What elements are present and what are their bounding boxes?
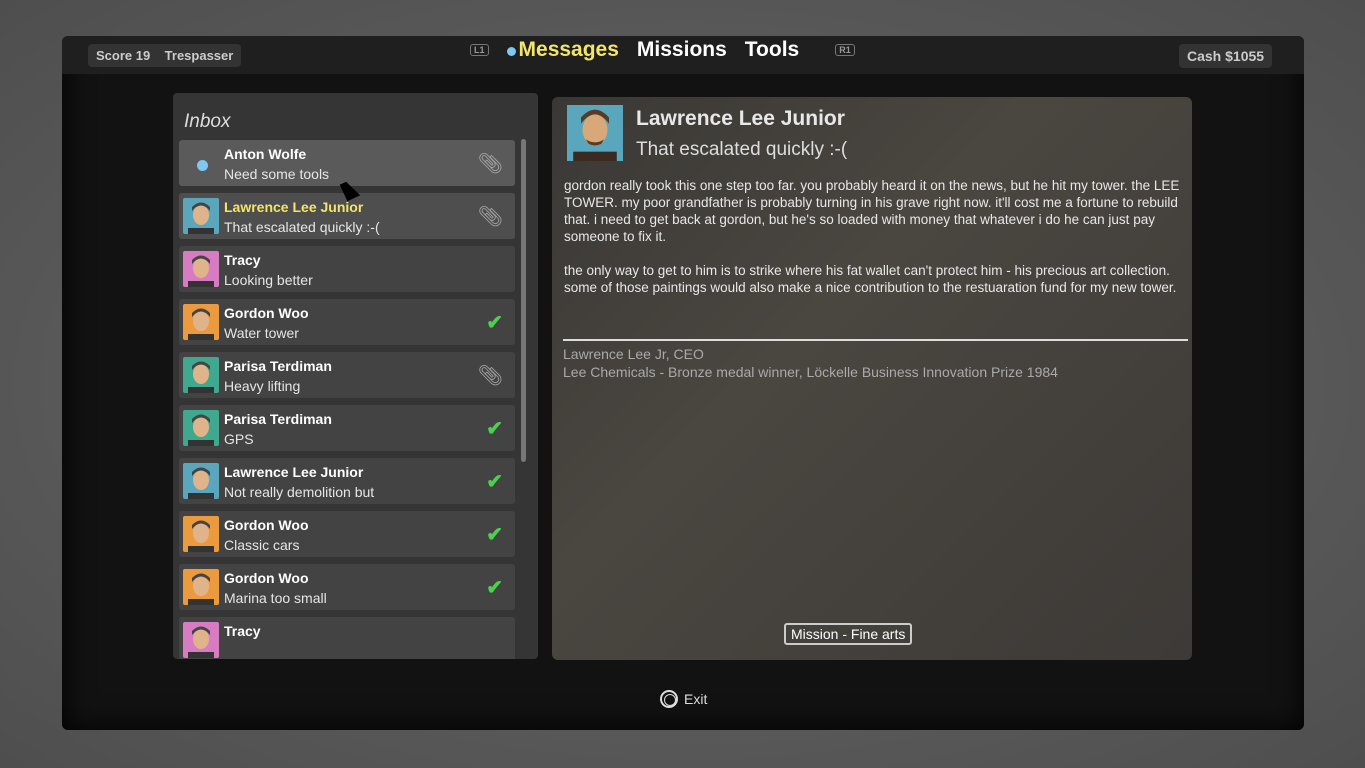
contact-name: Gordon Woo [224, 305, 309, 321]
paperclip-icon: 📎︎ [477, 365, 503, 387]
contact-name: Lawrence Lee Junior [224, 199, 364, 215]
message-subject: That escalated quickly :-( [224, 219, 380, 235]
inbox-title: Inbox [184, 111, 231, 132]
l1-hint: L1 [470, 44, 489, 56]
message-subject: Not really demolition but [224, 484, 375, 500]
contact-name: Gordon Woo [224, 570, 309, 586]
sender-name: Lawrence Lee Junior [636, 107, 845, 130]
contact-avatar [183, 410, 219, 446]
inbox-item[interactable]: Parisa Terdiman Heavy lifting 📎︎ [179, 352, 515, 398]
contact-avatar [183, 463, 219, 499]
contact-avatar [183, 251, 219, 287]
paperclip-icon: 📎︎ [477, 153, 503, 175]
mission-button[interactable]: Mission - Fine arts [784, 623, 913, 645]
contact-name: Gordon Woo [224, 517, 309, 533]
paperclip-icon: 📎︎ [477, 206, 503, 228]
contact-avatar [183, 622, 219, 658]
message-subject: Looking better [224, 272, 313, 288]
r1-hint: R1 [835, 44, 855, 56]
message-subject: Need some tools [224, 166, 330, 182]
message-panel: Lawrence Lee Junior That escalated quick… [552, 97, 1192, 660]
contact-name: Tracy [224, 252, 261, 268]
unread-dot-icon [506, 47, 516, 56]
inbox-panel: Inbox Anton Wolfe Need some tools 📎︎ Lawren… [173, 93, 538, 659]
score: Score 19 [96, 48, 151, 63]
contact-name: Tracy [224, 623, 261, 639]
inbox-item[interactable]: Gordon Woo Marina too small ✔ [179, 564, 515, 610]
sender-avatar [565, 105, 625, 161]
message-body: gordon really took this one step too far… [564, 177, 1184, 313]
exit-button[interactable]: Exit [660, 690, 707, 708]
contact-avatar [183, 569, 219, 605]
divider [563, 339, 1188, 341]
inbox-item[interactable]: Lawrence Lee Junior Not really demolition… [179, 458, 515, 504]
exit-label: Exit [684, 691, 708, 707]
cash-badge: Cash $1055 [1179, 44, 1273, 68]
scrollbar[interactable] [521, 139, 526, 462]
check-icon: ✔ [486, 524, 503, 546]
contact-avatar [183, 357, 219, 393]
circle-button-icon [660, 690, 678, 708]
inbox-item[interactable]: Tracy [179, 617, 515, 659]
contact-avatar [183, 304, 219, 340]
score-badge: Score 19 Trespasser [88, 44, 242, 67]
signature-line: Lee Chemicals - Bronze medal winner, Löc… [563, 364, 1058, 380]
rank: Trespasser [164, 48, 234, 63]
contact-name: Parisa Terdiman [224, 358, 332, 374]
check-icon: ✔ [486, 471, 503, 493]
contact-avatar [183, 198, 219, 234]
message-subject: GPS [224, 431, 254, 447]
inbox-item[interactable]: Anton Wolfe Need some tools 📎︎ [179, 140, 515, 186]
contact-name: Lawrence Lee Junior [224, 464, 364, 480]
contact-name: Parisa Terdiman [224, 411, 332, 427]
tab-missions[interactable]: Missions [637, 38, 727, 62]
tab-messages[interactable]: Messages [506, 38, 619, 62]
check-icon: ✔ [486, 577, 503, 599]
message-subject: Marina too small [224, 590, 327, 606]
check-icon: ✔ [486, 418, 503, 440]
message-subject: Classic cars [224, 537, 300, 553]
inbox-item[interactable]: Tracy Looking better [179, 246, 515, 292]
message-subject: Water tower [224, 325, 299, 341]
message-paragraph: gordon really took this one step too far… [564, 178, 1180, 244]
signature: Lawrence Lee Jr, CEO Lee Chemicals - Bro… [563, 345, 1058, 381]
contact-name: Anton Wolfe [224, 146, 307, 162]
message-list: Anton Wolfe Need some tools 📎︎ Lawrence Lee… [179, 140, 515, 659]
signature-line: Lawrence Lee Jr, CEO [563, 346, 704, 362]
unread-dot-icon [197, 160, 208, 171]
tab-bar: L1 Messages Missions Tools R1 [470, 38, 855, 62]
message-subject: That escalated quickly :-( [636, 139, 848, 160]
check-icon: ✔ [486, 312, 503, 334]
contact-avatar [183, 516, 219, 552]
tab-tools[interactable]: Tools [745, 38, 799, 62]
inbox-item[interactable]: Parisa Terdiman GPS ✔ [179, 405, 515, 451]
inbox-item[interactable]: Gordon Woo Water tower ✔ [179, 299, 515, 345]
message-subject: Heavy lifting [224, 378, 301, 394]
message-paragraph: the only way to get to him is to strike … [564, 263, 1177, 295]
inbox-item[interactable]: Gordon Woo Classic cars ✔ [179, 511, 515, 557]
